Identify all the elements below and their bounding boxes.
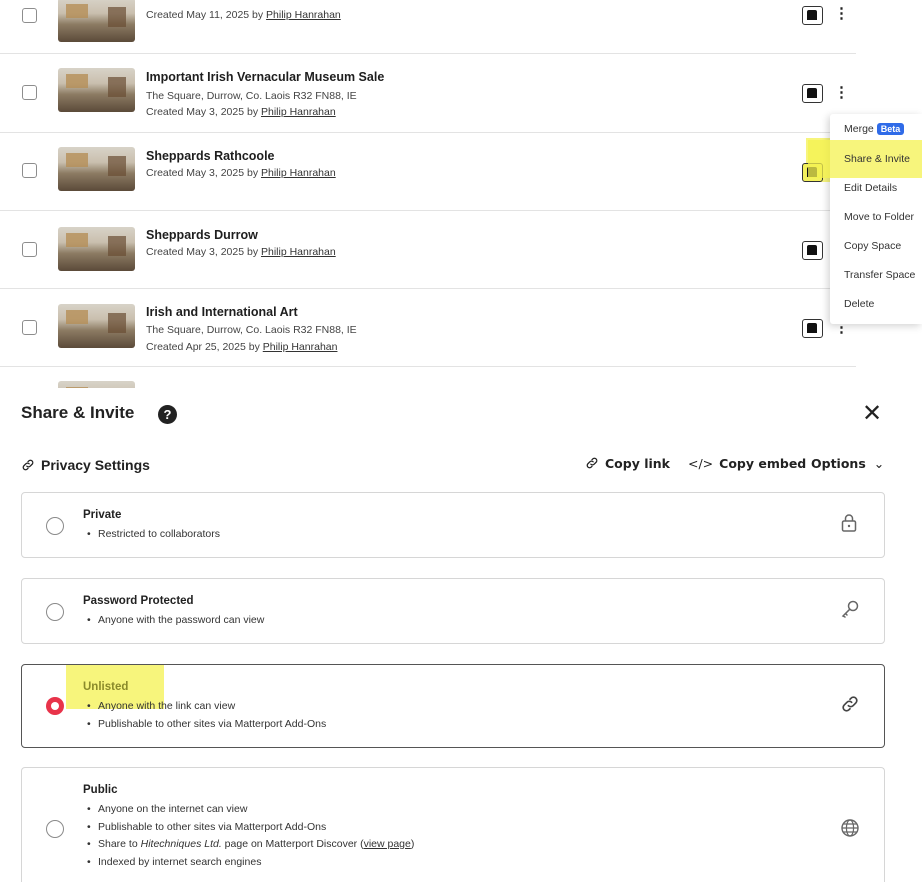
space-title[interactable]: Sheppards Durrow (146, 228, 258, 242)
option-name: Public (83, 784, 118, 796)
option-bullets: Anyone on the internet can view Publisha… (87, 801, 414, 872)
privacy-option-private[interactable]: Private Restricted to collaborators (21, 492, 885, 558)
radio-password[interactable] (46, 603, 64, 621)
radio-public[interactable] (46, 820, 64, 838)
space-row[interactable]: Important Irish Vernacular Museum Sale T… (0, 55, 856, 133)
space-row[interactable]: Irish and International Art The Square, … (0, 289, 856, 367)
option-bullet: Publishable to other sites via Matterpor… (87, 819, 414, 837)
lock-icon (840, 513, 858, 538)
link-icon (586, 457, 598, 469)
space-thumbnail[interactable] (58, 68, 135, 112)
privacy-option-password[interactable]: Password Protected Anyone with the passw… (21, 578, 885, 644)
view-page-link[interactable]: view page (364, 838, 411, 850)
space-type-icon (802, 241, 823, 260)
radio-unlisted[interactable] (46, 697, 64, 715)
space-thumbnail[interactable] (58, 227, 135, 271)
author-link[interactable]: Philip Hanrahan (261, 106, 336, 118)
menu-item-share-invite[interactable]: Share & Invite (844, 153, 910, 165)
space-title[interactable]: Irish and International Art (146, 305, 298, 319)
option-bullet: Anyone on the internet can view (87, 801, 414, 819)
company-name: Hitechniques Ltd. (140, 838, 222, 850)
space-title[interactable]: Important Irish Vernacular Museum Sale (146, 70, 384, 84)
privacy-option-unlisted[interactable]: Unlisted Anyone with the link can view P… (21, 664, 885, 748)
row-checkbox[interactable] (22, 8, 37, 23)
privacy-settings-heading: Privacy Settings (21, 457, 150, 473)
close-icon[interactable]: ✕ (862, 402, 882, 426)
space-context-menu: Merge Beta Share & Invite Edit Details Mo… (808, 114, 922, 324)
copy-embed-button[interactable]: </> Copy embed (688, 456, 806, 471)
option-bullets: Anyone with the password can view (87, 612, 264, 630)
key-icon (840, 599, 860, 624)
option-name: Unlisted (83, 681, 129, 693)
option-bullet: Publishable to other sites via Matterpor… (87, 716, 326, 734)
option-bullet: Indexed by internet search engines (87, 854, 414, 872)
option-bullets: Restricted to collaborators (87, 526, 220, 544)
space-created: Created May 11, 2025 by Philip Hanrahan (146, 9, 341, 21)
author-link[interactable]: Philip Hanrahan (266, 9, 341, 21)
author-link[interactable]: Philip Hanrahan (261, 167, 336, 179)
privacy-option-public[interactable]: Public Anyone on the internet can view P… (21, 767, 885, 882)
space-list: Created May 11, 2025 by Philip Hanrahan … (0, 0, 922, 388)
space-address: The Square, Durrow, Co. Laois R32 FN88, … (146, 324, 357, 336)
space-row[interactable]: Created May 11, 2025 by Philip Hanrahan … (0, 0, 856, 54)
row-checkbox[interactable] (22, 242, 37, 257)
space-created: Created May 3, 2025 by Philip Hanrahan (146, 167, 336, 179)
copy-link-button[interactable]: Copy link (585, 456, 670, 471)
globe-icon (840, 818, 860, 843)
menu-item-copy-space[interactable]: Copy Space (844, 240, 901, 252)
space-type-icon (802, 84, 823, 103)
more-options-icon[interactable]: ⋮ (834, 6, 849, 21)
beta-badge: Beta (876, 123, 905, 135)
menu-item-move-to-folder[interactable]: Move to Folder (844, 211, 914, 223)
space-title[interactable]: Sheppards Rathcoole (146, 149, 275, 163)
help-icon[interactable]: ? (158, 405, 177, 424)
option-bullet: Anyone with the link can view (87, 698, 326, 716)
dialog-title: Share & Invite (21, 403, 135, 422)
option-name: Password Protected (83, 595, 194, 607)
space-row[interactable] (0, 367, 856, 388)
row-checkbox[interactable] (22, 163, 37, 178)
space-thumbnail[interactable] (58, 381, 135, 388)
more-options-icon[interactable]: ⋮ (834, 85, 849, 100)
option-bullets: Anyone with the link can view Publishabl… (87, 698, 326, 734)
code-icon: </> (688, 456, 714, 471)
option-name: Private (83, 509, 122, 521)
option-bullet: Anyone with the password can view (87, 612, 264, 630)
space-created: Created May 3, 2025 by Philip Hanrahan (146, 106, 336, 118)
space-thumbnail[interactable] (58, 0, 135, 42)
option-bullet: Restricted to collaborators (87, 526, 220, 544)
menu-item-merge[interactable]: Merge Beta (844, 123, 905, 135)
options-dropdown[interactable]: Options ⌄ (811, 456, 884, 471)
row-checkbox[interactable] (22, 85, 37, 100)
link-icon (22, 459, 34, 471)
radio-private[interactable] (46, 517, 64, 535)
author-link[interactable]: Philip Hanrahan (261, 246, 336, 258)
menu-item-edit-details[interactable]: Edit Details (844, 182, 897, 194)
chevron-down-icon: ⌄ (873, 456, 885, 471)
space-row[interactable]: Sheppards Durrow Created May 3, 2025 by … (0, 211, 856, 289)
space-row[interactable]: Sheppards Rathcoole Created May 3, 2025 … (0, 133, 856, 211)
space-type-icon (802, 319, 823, 338)
option-bullet: Share to Hitechniques Ltd. page on Matte… (87, 836, 414, 854)
row-checkbox[interactable] (22, 320, 37, 335)
space-thumbnail[interactable] (58, 304, 135, 348)
space-created: Created May 3, 2025 by Philip Hanrahan (146, 246, 336, 258)
author-link[interactable]: Philip Hanrahan (263, 341, 338, 353)
space-type-icon (802, 6, 823, 25)
link-icon (840, 694, 860, 719)
menu-item-transfer-space[interactable]: Transfer Space (844, 269, 915, 281)
space-created: Created Apr 25, 2025 by Philip Hanrahan (146, 341, 338, 353)
menu-item-delete[interactable]: Delete (844, 298, 874, 310)
space-address: The Square, Durrow, Co. Laois R32 FN88, … (146, 90, 357, 102)
space-thumbnail[interactable] (58, 147, 135, 191)
